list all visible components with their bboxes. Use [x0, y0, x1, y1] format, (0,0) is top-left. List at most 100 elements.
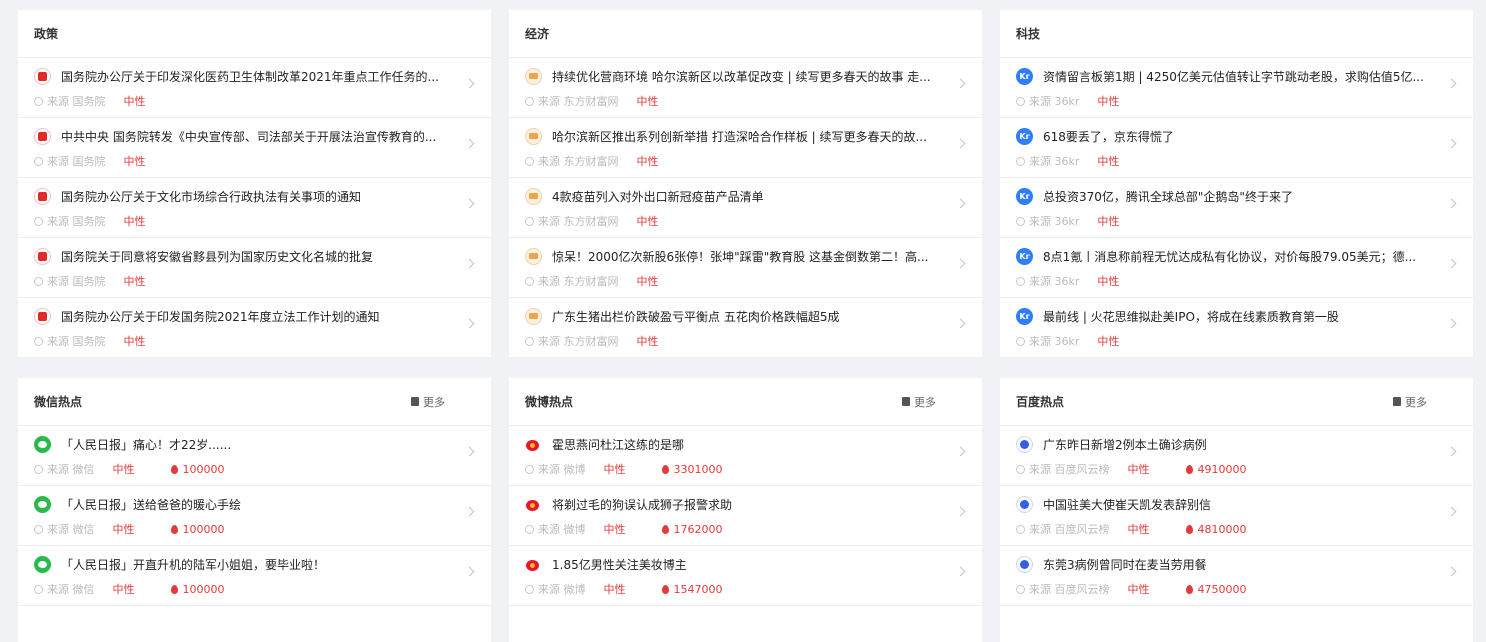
news-title[interactable]: 国务院办公厅关于印发深化医药卫生体制改革2021年重点工作任务的...: [61, 68, 439, 85]
news-item[interactable]: Kr 8点1氪丨消息称前程无忧达成私有化协议，对价每股79.05美元；德... 来源…: [1000, 238, 1473, 298]
news-item[interactable]: 将剃过毛的狗误认成狮子报警求助 来源 微博 中性 1762000: [509, 486, 982, 546]
baidu-icon: [1016, 435, 1033, 453]
baidu-icon: [1016, 495, 1033, 513]
news-item[interactable]: 国务院关于同意将安徽省黟县列为国家历史文化名城的批复 来源 国务院 中性: [18, 238, 491, 298]
more-button[interactable]: 更多: [902, 394, 936, 410]
news-title-line: Kr 618要丢了，京东得慌了: [1016, 127, 1433, 145]
news-item[interactable]: 中国驻美大使崔天凯发表辞别信 来源 百度风云榜 中性 4810000: [1000, 486, 1473, 546]
panel-card: 科技 Kr 资情留言板第1期 | 4250亿美元估值转让字节跳动老股，求购估值5亿.…: [1000, 10, 1473, 358]
news-item[interactable]: Kr 资情留言板第1期 | 4250亿美元估值转让字节跳动老股，求购估值5亿...…: [1000, 58, 1473, 118]
chevron-right-icon: [464, 258, 475, 269]
sentiment-tag: 中性: [1127, 583, 1150, 596]
heat-value: 4750000: [1197, 582, 1247, 596]
news-title[interactable]: 国务院办公厅关于文化市场综合行政执法有关事项的通知: [61, 188, 361, 205]
news-item[interactable]: 东莞3病例曾同时在麦当劳用餐 来源 百度风云榜 中性 4750000: [1000, 546, 1473, 606]
news-meta: 来源 微信 中性 100000: [34, 580, 451, 598]
news-item[interactable]: 哈尔滨新区推出系列创新举措 打造深哈合作样板 | 续写更多春天的故... 来源 东…: [509, 118, 982, 178]
news-item[interactable]: 「人民日报」开直升机的陆军小姐姐，要毕业啦！ 来源 微信 中性 100000: [18, 546, 491, 606]
news-title[interactable]: 将剃过毛的狗误认成狮子报警求助: [552, 496, 732, 513]
chevron-right-icon: [464, 78, 475, 89]
news-item[interactable]: 广东昨日新增2例本土确诊病例 来源 百度风云榜 中性 4910000: [1000, 426, 1473, 486]
flame-icon: [1185, 524, 1193, 534]
panel-card: 微信热点 更多 「人民日报」痛心！才22岁...... 来源 微信 中性 100000 「人…: [18, 378, 491, 642]
news-title-line: 广东生猪出栏价跌破盈亏平衡点 五花肉价格跌幅超5成: [525, 307, 942, 325]
weibo-icon: [525, 495, 542, 513]
chevron-right-icon: [464, 138, 475, 149]
news-item[interactable]: 广东生猪出栏价跌破盈亏平衡点 五花肉价格跌幅超5成 来源 东方财富网 中性: [509, 298, 982, 358]
clock-icon: [525, 156, 534, 166]
news-item[interactable]: 中共中央 国务院转发《中央宣传部、司法部关于开展法治宣传教育的... 来源 国务院…: [18, 118, 491, 178]
panel-card: 微博热点 更多 霍思燕问杜江这练的是哪 来源 微博 中性 3301000 将剃过毛的狗误认成…: [509, 378, 982, 642]
news-source: 来源 微博: [538, 523, 586, 536]
news-title[interactable]: 618要丢了，京东得慌了: [1043, 128, 1174, 145]
news-title[interactable]: 4款疫苗列入对外出口新冠疫苗产品清单: [552, 188, 764, 205]
news-title[interactable]: 资情留言板第1期 | 4250亿美元估值转让字节跳动老股，求购估值5亿...: [1043, 68, 1424, 85]
news-item[interactable]: Kr 618要丢了，京东得慌了 来源 36kr 中性: [1000, 118, 1473, 178]
news-title[interactable]: 哈尔滨新区推出系列创新举措 打造深哈合作样板 | 续写更多春天的故...: [552, 128, 927, 145]
news-title-line: Kr 总投资370亿，腾讯全球总部"企鹅岛"终于来了: [1016, 187, 1433, 205]
heat-value: 1547000: [673, 582, 723, 596]
gov-icon: [34, 67, 51, 85]
news-item[interactable]: 国务院办公厅关于文化市场综合行政执法有关事项的通知来源 国务院 中性: [18, 178, 491, 238]
panel-header: 微博热点 更多: [509, 378, 982, 426]
icon-text: Kr: [1019, 71, 1030, 81]
news-item[interactable]: 「人民日报」送给爸爸的暖心手绘 来源 微信 中性 100000: [18, 486, 491, 546]
news-title[interactable]: 最前线 | 火花思维拟赴美IPO，将成在线素质教育第一股: [1043, 308, 1339, 325]
clock-icon: [1016, 216, 1025, 226]
news-source: 来源 国务院: [47, 215, 106, 228]
more-button[interactable]: 更多: [1393, 394, 1427, 410]
flame-icon: [170, 464, 178, 474]
more-label: 更多: [1405, 395, 1427, 409]
news-item[interactable]: 国务院办公厅关于印发深化医药卫生体制改革2021年重点工作任务的... 来源 国务…: [18, 58, 491, 118]
sentiment-tag: 中性: [123, 335, 146, 348]
news-title-line: 国务院办公厅关于文化市场综合行政执法有关事项的通知: [34, 187, 451, 205]
clock-icon: [34, 216, 43, 226]
news-title[interactable]: 中国驻美大使崔天凯发表辞别信: [1043, 496, 1211, 513]
panel-title: 百度热点: [1016, 395, 1065, 409]
news-title[interactable]: 中共中央 国务院转发《中央宣传部、司法部关于开展法治宣传教育的...: [61, 128, 436, 145]
news-title[interactable]: 惊呆！2000亿次新股6张停！张坤"踩雷"教育股 这基金倒数第二！高...: [552, 248, 928, 265]
news-title[interactable]: 国务院关于同意将安徽省黟县列为国家历史文化名城的批复: [61, 248, 373, 265]
news-title[interactable]: 「人民日报」痛心！才22岁......: [61, 436, 231, 453]
news-meta: 来源 国务院 中性: [34, 212, 451, 230]
news-item[interactable]: 霍思燕问杜江这练的是哪 来源 微博 中性 3301000: [509, 426, 982, 486]
sentiment-tag: 中性: [1127, 463, 1150, 476]
clock-icon: [525, 276, 534, 286]
news-item[interactable]: 4款疫苗列入对外出口新冠疫苗产品清单 来源 东方财富网 中性: [509, 178, 982, 238]
news-item[interactable]: 持续优化营商环境 哈尔滨新区以改革促改变 | 续写更多春天的故事 走... 来源 …: [509, 58, 982, 118]
news-source: 来源 36kr: [1029, 215, 1080, 228]
news-title[interactable]: 「人民日报」送给爸爸的暖心手绘: [61, 496, 241, 513]
news-item[interactable]: 惊呆！2000亿次新股6张停！张坤"踩雷"教育股 这基金倒数第二！高... 来源 …: [509, 238, 982, 298]
heat-count: 100000: [170, 463, 225, 476]
clock-icon: [34, 96, 43, 106]
news-title[interactable]: 东莞3病例曾同时在麦当劳用餐: [1043, 556, 1207, 573]
chevron-right-icon: [464, 566, 475, 577]
news-title[interactable]: 霍思燕问杜江这练的是哪: [552, 436, 684, 453]
news-title[interactable]: 国务院办公厅关于印发国务院2021年度立法工作计划的通知: [61, 308, 380, 325]
news-title[interactable]: 总投资370亿，腾讯全球总部"企鹅岛"终于来了: [1043, 188, 1293, 205]
news-title[interactable]: 广东昨日新增2例本土确诊病例: [1043, 436, 1207, 453]
more-button[interactable]: 更多: [411, 394, 445, 410]
chevron-right-icon: [955, 78, 966, 89]
news-item[interactable]: Kr 最前线 | 火花思维拟赴美IPO，将成在线素质教育第一股来源 36kr 中性: [1000, 298, 1473, 358]
news-title[interactable]: 1.85亿男性关注美妆博主: [552, 556, 687, 573]
news-item[interactable]: 国务院办公厅关于印发国务院2021年度立法工作计划的通知 来源 国务院 中性: [18, 298, 491, 358]
news-source: 来源 36kr: [1029, 335, 1080, 348]
news-title[interactable]: 「人民日报」开直升机的陆军小姐姐，要毕业啦！: [61, 556, 325, 573]
news-item[interactable]: 「人民日报」痛心！才22岁...... 来源 微信 中性 100000: [18, 426, 491, 486]
news-item[interactable]: Kr 总投资370亿，腾讯全球总部"企鹅岛"终于来了 来源 36kr 中性: [1000, 178, 1473, 238]
news-meta: 来源 东方财富网 中性: [525, 92, 942, 110]
clock-icon: [525, 336, 534, 346]
news-title[interactable]: 8点1氪丨消息称前程无忧达成私有化协议，对价每股79.05美元；德...: [1043, 248, 1416, 265]
news-title[interactable]: 广东生猪出栏价跌破盈亏平衡点 五花肉价格跌幅超5成: [552, 308, 839, 325]
news-source: 来源 东方财富网: [538, 95, 619, 108]
news-title[interactable]: 持续优化营商环境 哈尔滨新区以改革促改变 | 续写更多春天的故事 走...: [552, 68, 931, 85]
sentiment-tag: 中性: [1097, 155, 1120, 168]
heat-count: 1762000: [661, 523, 723, 536]
chevron-right-icon: [955, 258, 966, 269]
news-item[interactable]: 1.85亿男性关注美妆博主 来源 微博 中性 1547000: [509, 546, 982, 606]
chevron-right-icon: [955, 446, 966, 457]
icon-text: Kr: [1019, 311, 1030, 321]
news-meta: 来源 36kr 中性: [1016, 332, 1433, 350]
more-icon: [902, 397, 910, 406]
